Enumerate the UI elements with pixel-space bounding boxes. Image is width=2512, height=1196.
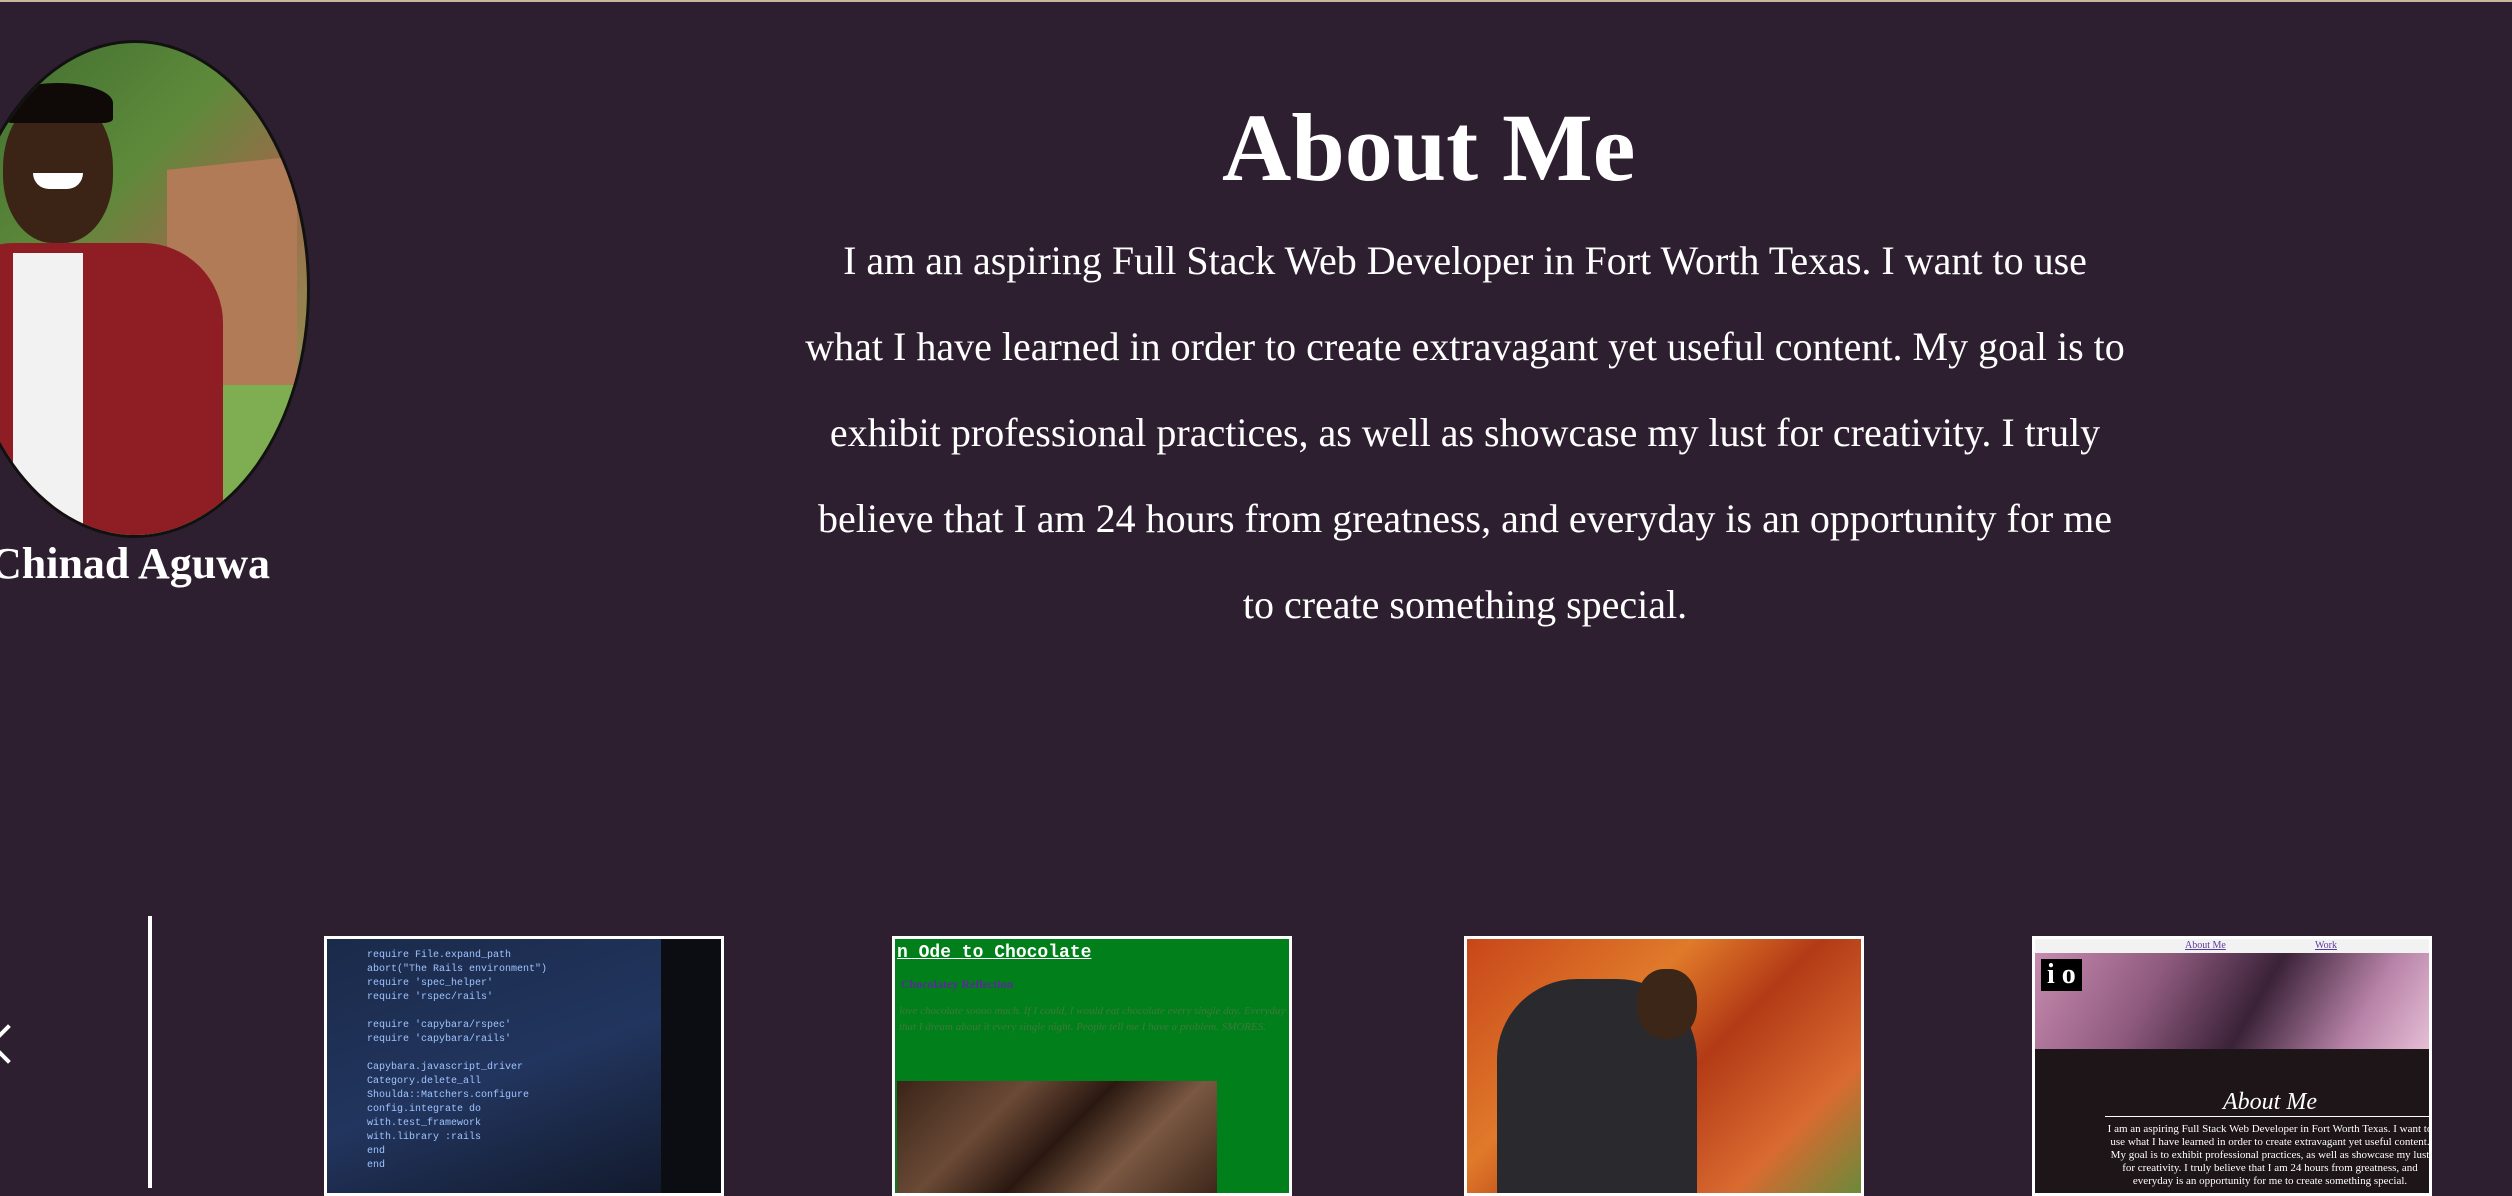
- profile-name: Chinad Aguwa: [0, 539, 270, 588]
- about-paragraph: I am an aspiring Full Stack Web Develope…: [805, 238, 2125, 627]
- project-thumbnail-portfolio[interactable]: About Me Work i o About Me I am an aspir…: [2032, 936, 2432, 1196]
- profile-photo: [0, 40, 310, 538]
- project-thumbnail-portrait[interactable]: [1464, 936, 1864, 1196]
- page-title: About Me: [1222, 94, 1636, 201]
- project-thumbnail-code[interactable]: require File.expand_path abort("The Rail…: [324, 936, 724, 1196]
- chevron-left-icon[interactable]: [0, 1024, 28, 1064]
- carousel-divider: [148, 916, 152, 1188]
- project-thumbnail-chocolate[interactable]: n Ode to Chocolate Chocolatey Reflection…: [892, 936, 1292, 1196]
- top-border: [0, 0, 2512, 2]
